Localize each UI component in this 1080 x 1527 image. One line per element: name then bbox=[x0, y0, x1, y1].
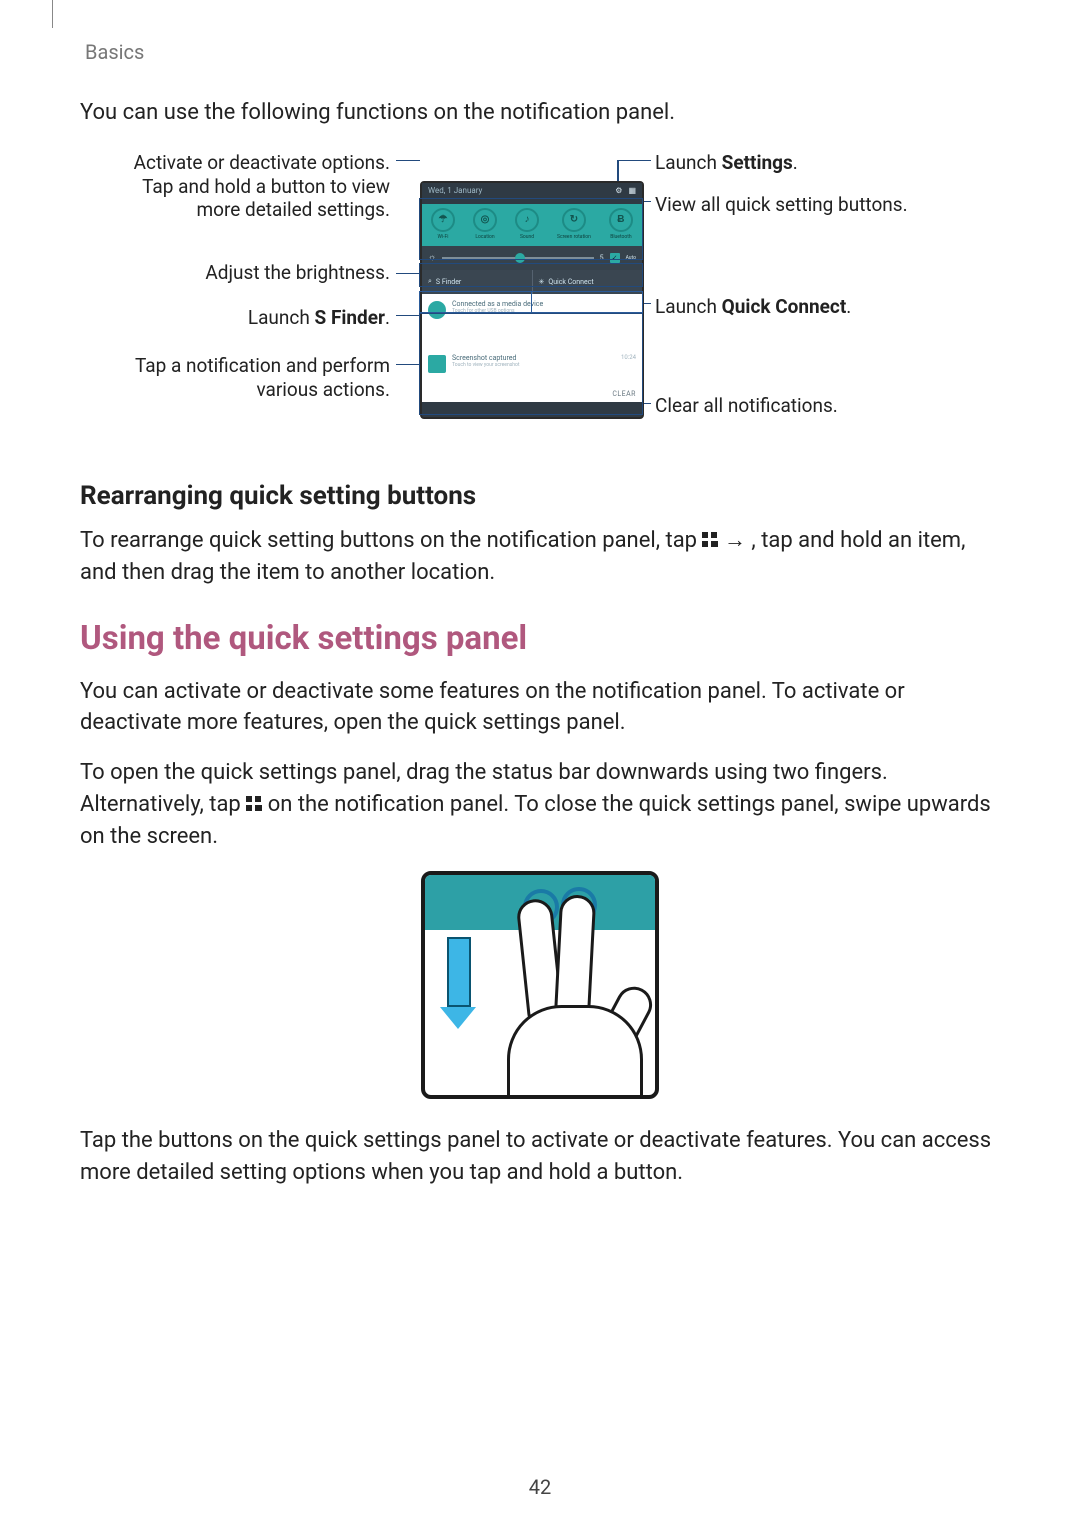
two-finger-swipe-illustration bbox=[421, 871, 659, 1099]
callout-settings: Launch Settings. bbox=[655, 151, 798, 175]
hand-icon bbox=[497, 881, 637, 1081]
qs-paragraph-2: To open the quick settings panel, drag t… bbox=[80, 757, 1000, 853]
callout-activate: Activate or deactivate options. Tap and … bbox=[110, 151, 390, 222]
grid-icon bbox=[246, 796, 262, 812]
callout-clear: Clear all notifications. bbox=[655, 394, 838, 418]
callout-quick-connect: Launch Quick Connect. bbox=[655, 295, 851, 319]
settings-gear-icon: ⚙ bbox=[615, 186, 622, 195]
callout-brightness: Adjust the brightness. bbox=[110, 261, 390, 285]
notification-panel-diagram: Activate or deactivate options. Tap and … bbox=[110, 151, 970, 441]
callout-notification-tap: Tap a notification and perform various a… bbox=[110, 354, 390, 402]
heading-quick-settings: Using the quick settings panel bbox=[80, 619, 1000, 658]
grid-icon bbox=[702, 532, 718, 548]
qs-paragraph-1: You can activate or deactivate some feat… bbox=[80, 676, 1000, 740]
rearranging-paragraph: To rearrange quick setting buttons on th… bbox=[80, 525, 1000, 589]
grid-small-icon: ▦ bbox=[628, 186, 636, 195]
section-label: Basics bbox=[85, 40, 1000, 64]
subheading-rearranging: Rearranging quick setting buttons bbox=[80, 481, 1000, 511]
intro-text: You can use the following functions on t… bbox=[80, 98, 1000, 129]
callout-view-all: View all quick setting buttons. bbox=[655, 193, 908, 217]
qs-paragraph-3: Tap the buttons on the quick settings pa… bbox=[80, 1125, 1000, 1189]
down-arrow-icon bbox=[447, 937, 483, 1029]
callout-sfinder: Launch S Finder. bbox=[110, 306, 390, 330]
page-number: 42 bbox=[0, 1475, 1080, 1499]
